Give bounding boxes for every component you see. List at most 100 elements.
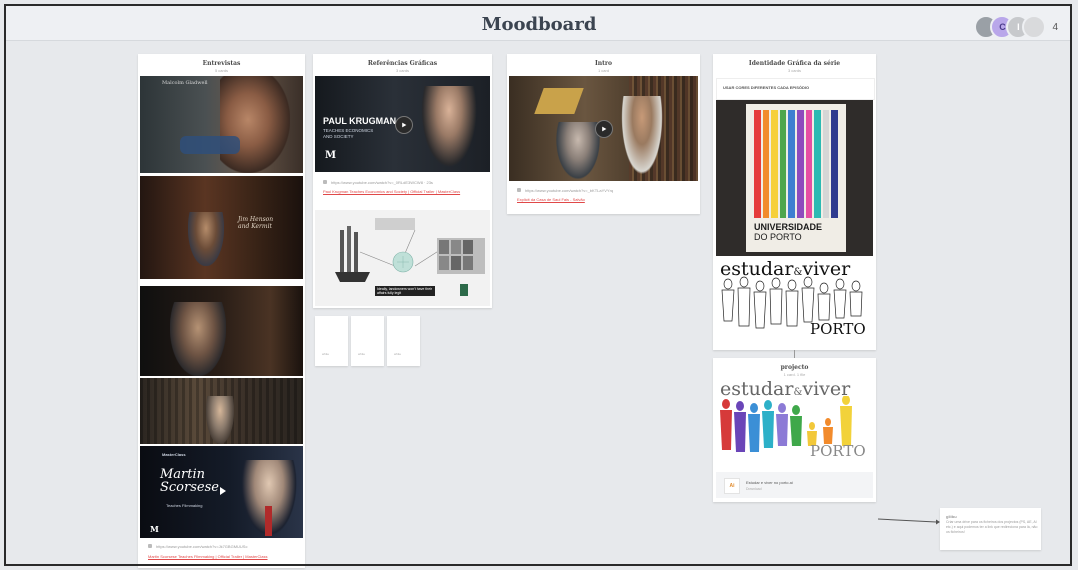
hand-shape xyxy=(180,136,240,154)
file-card[interactable]: Ai Estudar e viver no porto.ai Download xyxy=(716,472,873,498)
app-window: Moodboard C I 4 Entrevistas 5 cards Malc… xyxy=(0,0,1078,570)
color-stripe xyxy=(796,110,804,218)
file-meta[interactable]: Download xyxy=(746,487,762,491)
thumbnail-subtitle: Teaches Filmmaking xyxy=(166,503,203,508)
person-shape xyxy=(555,122,601,181)
connector-line xyxy=(794,350,795,358)
link-meta-icon xyxy=(148,544,152,548)
column-projecto[interactable]: projecto 1 card, 1 file estudar&viver PO… xyxy=(713,358,876,502)
color-stripe xyxy=(754,110,761,218)
color-stripe xyxy=(762,110,770,218)
person-shape xyxy=(170,302,226,376)
column-entrevistas[interactable]: Entrevistas 5 cards Malcolm Gladwell Jim… xyxy=(138,54,305,568)
note-text: USAR CORES DIFERENTES CADA EPISÓDIO xyxy=(723,85,810,90)
note-text: Criar uma drive para os ficheiros dos pr… xyxy=(946,520,1038,534)
column-header: Intro 1 card xyxy=(507,54,700,73)
video-thumbnail[interactable]: PAUL KRUGMAN TEACHES ECONOMICS AND SOCIE… xyxy=(315,76,490,172)
masterclass-logo: M xyxy=(325,150,337,161)
card-label: white xyxy=(322,352,330,356)
column-header: projecto 1 card, 1 file xyxy=(713,358,876,377)
column-referencias[interactable]: Referências Gráficas 3 cards PAUL KRUGMA… xyxy=(313,54,492,308)
column-title: Identidade Gráfica da série xyxy=(748,60,841,67)
infographic-thumbnail[interactable]: Ideally, landowners won't have their aff… xyxy=(315,210,490,306)
logo-city: PORTO xyxy=(810,320,866,338)
play-icon xyxy=(602,126,607,132)
color-stripe xyxy=(788,110,795,218)
sticky-note[interactable]: gliibu Criar uma drive para os ficheiros… xyxy=(940,508,1041,550)
video-thumbnail[interactable] xyxy=(140,378,303,444)
column-header: Referências Gráficas 3 cards xyxy=(313,54,492,73)
link-title[interactable]: Martin Scorsese Teaches Filmmaking | Off… xyxy=(148,554,298,559)
collaborators[interactable]: C I 4 xyxy=(974,15,1058,39)
illustrator-file-icon: Ai xyxy=(724,478,740,494)
white-card[interactable]: white xyxy=(387,316,420,366)
play-button[interactable] xyxy=(595,120,613,138)
thumbnail-caption: Malcolm Gladwell xyxy=(162,80,208,86)
color-stripe xyxy=(814,110,821,218)
column-title: Referências Gráficas xyxy=(367,60,438,67)
lamp-shape xyxy=(534,88,584,114)
video-thumbnail[interactable]: MasterClass Martin Scorsese Teaches Film… xyxy=(140,446,303,538)
person-shape xyxy=(419,86,479,172)
link-title[interactable]: Paul Krugman Teaches Economics and Socie… xyxy=(323,189,473,194)
column-intro[interactable]: Intro 1 card https://www.youtube.com/wat… xyxy=(507,54,700,214)
link-title[interactable]: Explicit da Casa de Saul Fais - Salvão xyxy=(517,197,687,202)
white-card[interactable]: white xyxy=(315,316,348,366)
play-button[interactable] xyxy=(395,116,413,134)
face-shape xyxy=(220,76,290,173)
thumbnail-title: Martin Scorsese xyxy=(160,467,219,495)
card-label: white xyxy=(358,352,366,356)
book-title: UNIVERSIDADE xyxy=(754,222,823,232)
color-stripe xyxy=(805,110,813,218)
column-count: 3 cards xyxy=(787,68,802,73)
play-icon xyxy=(402,122,407,128)
infographic-caption: Ideally, landowners won't have their aff… xyxy=(375,286,435,296)
color-stripe xyxy=(831,110,838,218)
video-thumbnail[interactable]: Malcolm Gladwell xyxy=(140,76,303,173)
masterclass-logo: M xyxy=(150,524,159,534)
file-name[interactable]: Estudar e viver no porto.ai xyxy=(746,480,793,485)
divider xyxy=(140,281,303,285)
logo-city: PORTO xyxy=(810,442,866,460)
color-stripe xyxy=(779,110,787,218)
thumbnail-brand: MasterClass xyxy=(162,452,186,457)
column-header: Identidade Gráfica da série 3 cards xyxy=(713,54,876,73)
image-book-cover[interactable]: UNIVERSIDADE DO PORTO xyxy=(716,100,873,256)
arrow-connector xyxy=(878,518,940,525)
avatar[interactable] xyxy=(1022,15,1047,39)
note-author: gliibu xyxy=(946,514,957,519)
link-url: https://www.youtube.com/watch?v=_0RLdE3W… xyxy=(331,180,433,185)
column-count: 5 cards xyxy=(214,68,229,73)
person-shape xyxy=(188,212,224,266)
column-count: 3 cards xyxy=(395,68,410,73)
book: UNIVERSIDADE DO PORTO xyxy=(746,104,846,252)
video-thumbnail[interactable] xyxy=(140,286,303,376)
image-logo[interactable]: estudar&viver PORTO xyxy=(716,258,873,346)
color-stripe xyxy=(822,110,830,218)
link-url: https://www.youtube.com/watch?v=Jk7GBGMU… xyxy=(156,544,248,549)
video-thumbnail[interactable] xyxy=(509,76,698,181)
person-shape xyxy=(206,396,234,444)
person-shape xyxy=(619,96,665,181)
column-identidade[interactable]: Identidade Gráfica da série 3 cards USAR… xyxy=(713,54,876,350)
link-url: https://www.youtube.com/watch?v=_bKTLaYV… xyxy=(525,188,614,193)
column-title: Intro xyxy=(594,60,613,67)
collaborator-count[interactable]: 4 xyxy=(1052,22,1058,33)
white-card[interactable]: white xyxy=(351,316,384,366)
tie-shape xyxy=(265,506,272,536)
column-header: Entrevistas 5 cards xyxy=(138,54,305,73)
book-title-2: DO PORTO xyxy=(754,232,802,242)
color-stripes xyxy=(754,110,838,218)
column-title: projecto xyxy=(780,364,809,371)
board-title: Moodboard xyxy=(481,14,597,35)
column-title: Entrevistas xyxy=(202,60,241,67)
video-thumbnail[interactable]: Jim Henson and Kermit xyxy=(140,176,303,279)
card-label: white xyxy=(394,352,402,356)
image-logo-color[interactable]: estudar&viver PORTO xyxy=(716,376,873,466)
link-meta-icon xyxy=(323,180,327,184)
note-card[interactable]: USAR CORES DIFERENTES CADA EPISÓDIO xyxy=(716,78,875,100)
column-count: 1 card xyxy=(597,68,610,73)
play-icon[interactable] xyxy=(220,487,226,495)
thumbnail-caption: Jim Henson and Kermit xyxy=(238,216,274,230)
thumbnail-title: PAUL KRUGMAN xyxy=(323,116,397,126)
